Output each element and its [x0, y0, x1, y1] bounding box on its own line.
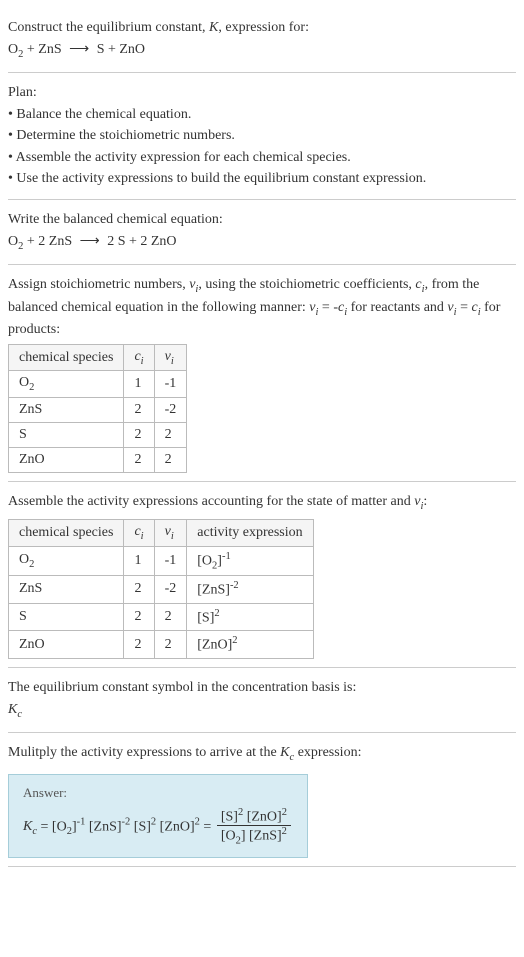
kc-line1: The equilibrium constant symbol in the c…	[8, 678, 516, 698]
balanced-heading: Write the balanced chemical equation:	[8, 210, 516, 230]
stoich-section: Assign stoichiometric numbers, νi, using…	[8, 265, 516, 482]
cell-nui: -1	[154, 371, 187, 398]
activity-section: Assemble the activity expressions accoun…	[8, 482, 516, 668]
kc-symbol-section: The equilibrium constant symbol in the c…	[8, 668, 516, 733]
cell-nui: 2	[154, 423, 187, 448]
plan-section: Plan: • Balance the chemical equation. •…	[8, 73, 516, 200]
intro-section: Construct the equilibrium constant, K, e…	[8, 8, 516, 73]
cell-activity: [S]2	[187, 603, 313, 631]
fraction-den: [O2] [ZnS]2	[217, 826, 291, 846]
plan-item: • Balance the chemical equation.	[8, 105, 516, 125]
table-row: O2 1 -1	[9, 371, 187, 398]
fraction: [S]2 [ZnO]2 [O2] [ZnS]2	[217, 807, 291, 847]
col-ci: ci	[124, 519, 154, 546]
cell-activity: [ZnS]-2	[187, 576, 313, 604]
plan-item: • Determine the stoichiometric numbers.	[8, 126, 516, 146]
cell-ci: 2	[124, 448, 154, 473]
table-row: O2 1 -1 [O2]-1	[9, 546, 314, 575]
intro-equation: O2 + ZnS ⟶ S + ZnO	[8, 40, 516, 62]
activity-table: chemical species ci νi activity expressi…	[8, 519, 314, 659]
plan-heading: Plan:	[8, 83, 516, 103]
table-row: ZnS 2 -2 [ZnS]-2	[9, 576, 314, 604]
cell-ci: 2	[124, 576, 154, 604]
table-header-row: chemical species ci νi	[9, 344, 187, 371]
cell-ci: 2	[124, 423, 154, 448]
cell-species: S	[9, 423, 124, 448]
col-activity: activity expression	[187, 519, 313, 546]
table-row: S 2 2 [S]2	[9, 603, 314, 631]
fraction-num: [S]2 [ZnO]2	[217, 807, 291, 827]
answer-box: Answer: Kc = [O2]-1 [ZnS]-2 [S]2 [ZnO]2 …	[8, 774, 308, 858]
cell-species: ZnO	[9, 448, 124, 473]
stoich-text: Assign stoichiometric numbers, νi, using…	[8, 275, 516, 340]
table-header-row: chemical species ci νi activity expressi…	[9, 519, 314, 546]
kc-symbol: Kc	[8, 700, 516, 722]
table-row: ZnO 2 2	[9, 448, 187, 473]
cell-ci: 2	[124, 631, 154, 659]
stoich-table: chemical species ci νi O2 1 -1 ZnS 2 -2 …	[8, 344, 187, 474]
cell-species: ZnO	[9, 631, 124, 659]
final-section: Mulitply the activity expressions to arr…	[8, 733, 516, 867]
answer-expression: Kc = [O2]-1 [ZnS]-2 [S]2 [ZnO]2 = [S]2 […	[23, 807, 293, 847]
cell-ci: 2	[124, 398, 154, 423]
col-species: chemical species	[9, 344, 124, 371]
cell-ci: 2	[124, 603, 154, 631]
cell-species: O2	[9, 371, 124, 398]
cell-nui: -1	[154, 546, 187, 575]
plan-item: • Assemble the activity expression for e…	[8, 148, 516, 168]
plan-item: • Use the activity expressions to build …	[8, 169, 516, 189]
activity-heading: Assemble the activity expressions accoun…	[8, 492, 516, 514]
cell-activity: [ZnO]2	[187, 631, 313, 659]
cell-species: O2	[9, 546, 124, 575]
col-ci: ci	[124, 344, 154, 371]
balanced-section: Write the balanced chemical equation: O2…	[8, 200, 516, 265]
col-species: chemical species	[9, 519, 124, 546]
cell-nui: 2	[154, 603, 187, 631]
cell-nui: -2	[154, 576, 187, 604]
final-heading: Mulitply the activity expressions to arr…	[8, 743, 516, 765]
cell-activity: [O2]-1	[187, 546, 313, 575]
cell-ci: 1	[124, 546, 154, 575]
cell-species: ZnS	[9, 576, 124, 604]
cell-nui: -2	[154, 398, 187, 423]
balanced-equation: O2 + 2 ZnS ⟶ 2 S + 2 ZnO	[8, 232, 516, 254]
cell-ci: 1	[124, 371, 154, 398]
col-nui: νi	[154, 344, 187, 371]
cell-nui: 2	[154, 631, 187, 659]
intro-line: Construct the equilibrium constant, K, e…	[8, 18, 516, 38]
cell-species: ZnS	[9, 398, 124, 423]
col-nui: νi	[154, 519, 187, 546]
table-row: ZnO 2 2 [ZnO]2	[9, 631, 314, 659]
cell-species: S	[9, 603, 124, 631]
table-row: S 2 2	[9, 423, 187, 448]
answer-label: Answer:	[23, 785, 293, 801]
table-row: ZnS 2 -2	[9, 398, 187, 423]
cell-nui: 2	[154, 448, 187, 473]
